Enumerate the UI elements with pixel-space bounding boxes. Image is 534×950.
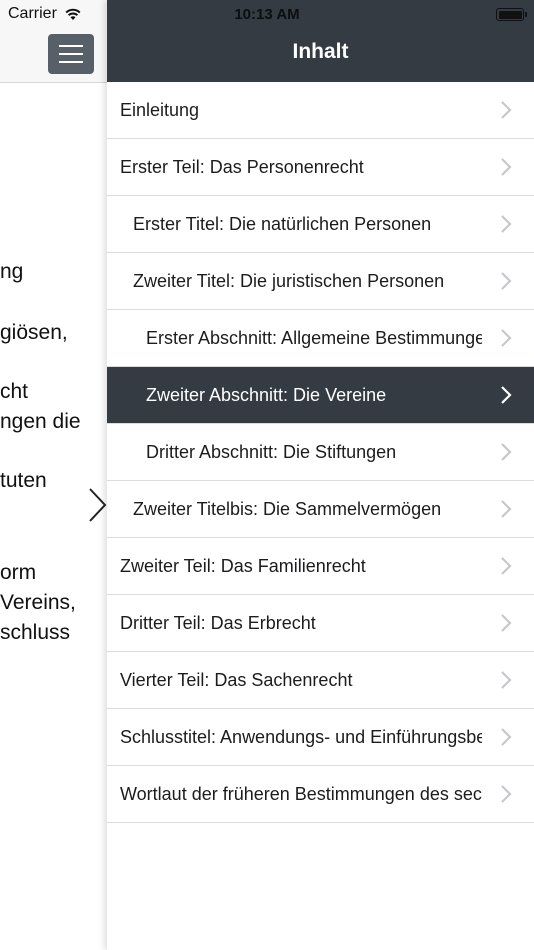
toc-list: Einleitung Erster Teil: Das Personenrecht… [107, 82, 534, 823]
toc-item-label: Zweiter Titel: Die juristischen Personen [133, 271, 445, 291]
toc-item-label: Dritter Teil: Das Erbrecht [120, 613, 316, 633]
toc-item[interactable]: Zweiter Titel: Die juristischen Personen [107, 253, 534, 310]
chevron-right-icon [501, 329, 512, 347]
toc-item[interactable]: Dritter Teil: Das Erbrecht [107, 595, 534, 652]
toc-item-label: Vierter Teil: Das Sachenrecht [120, 670, 353, 690]
content-text-line: cht [0, 380, 29, 403]
toc-item[interactable]: Vierter Teil: Das Sachenrecht [107, 652, 534, 709]
chevron-right-icon [501, 158, 512, 176]
chevron-right-icon [501, 386, 512, 404]
chevron-right-icon [501, 500, 512, 518]
content-text-line: giösen, [0, 321, 68, 344]
next-page-arrow-icon[interactable] [86, 486, 107, 524]
toc-item-label: Erster Titel: Die natürlichen Personen [133, 214, 432, 234]
toc-item[interactable]: Erster Teil: Das Personenrecht [107, 139, 534, 196]
content-text-line: orm [0, 561, 37, 584]
toc-item[interactable]: Zweiter Teil: Das Familienrecht [107, 538, 534, 595]
content-text-line: ng [0, 260, 24, 283]
chevron-right-icon [501, 557, 512, 575]
toc-item-label: Erster Abschnitt: Allgemeine Bestimmunge… [146, 328, 482, 348]
toc-item[interactable]: Schlusstitel: Anwendungs- und Einführung… [107, 709, 534, 766]
hamburger-menu-button[interactable] [48, 34, 94, 74]
chevron-right-icon [501, 215, 512, 233]
toc-item[interactable]: Wortlaut der früheren Bestimmungen des s… [107, 766, 534, 823]
toc-item-label: Zweiter Abschnitt: Die Vereine [146, 385, 387, 405]
battery-icon [496, 8, 527, 21]
toc-item[interactable]: Zweiter Titelbis: Die Sammelvermögen [107, 481, 534, 538]
status-time: 10:13 AM [234, 6, 300, 23]
content-text-line: schluss [0, 621, 71, 644]
toc-item-label: Erster Teil: Das Personenrecht [120, 157, 364, 177]
status-bar: Carrier 10:13 AM [0, 0, 534, 28]
content-pane: ng giösen, cht ngen die tuten orm Verein… [0, 0, 107, 950]
toc-item[interactable]: Einleitung [107, 82, 534, 139]
content-text-line: ngen die [0, 410, 81, 433]
chevron-right-icon [501, 785, 512, 803]
toc-item[interactable]: Erster Abschnitt: Allgemeine Bestimmunge… [107, 310, 534, 367]
chevron-right-icon [501, 614, 512, 632]
toc-panel: Inhalt Einleitung Erster Teil: Das Person… [107, 0, 534, 950]
toc-item[interactable]: Zweiter Abschnitt: Die Vereine [107, 367, 534, 424]
toc-item-label: Einleitung [120, 100, 200, 120]
toc-item[interactable]: Erster Titel: Die natürlichen Personen [107, 196, 534, 253]
chevron-right-icon [501, 101, 512, 119]
toc-item-label: Schlusstitel: Anwendungs- und Einführung… [120, 727, 482, 747]
toc-title: Inhalt [292, 40, 349, 63]
toc-item-label: Dritter Abschnitt: Die Stiftungen [146, 442, 397, 462]
content-text-line: Vereins, [0, 591, 76, 614]
chevron-right-icon [501, 671, 512, 689]
toc-item[interactable]: Dritter Abschnitt: Die Stiftungen [107, 424, 534, 481]
toc-item-label: Zweiter Titelbis: Die Sammelvermögen [133, 499, 442, 519]
chevron-right-icon [501, 272, 512, 290]
chevron-right-icon [501, 728, 512, 746]
toc-item-label: Zweiter Teil: Das Familienrecht [120, 556, 366, 576]
chevron-right-icon [501, 443, 512, 461]
toc-item-label: Wortlaut der früheren Bestimmungen des s… [120, 784, 482, 804]
